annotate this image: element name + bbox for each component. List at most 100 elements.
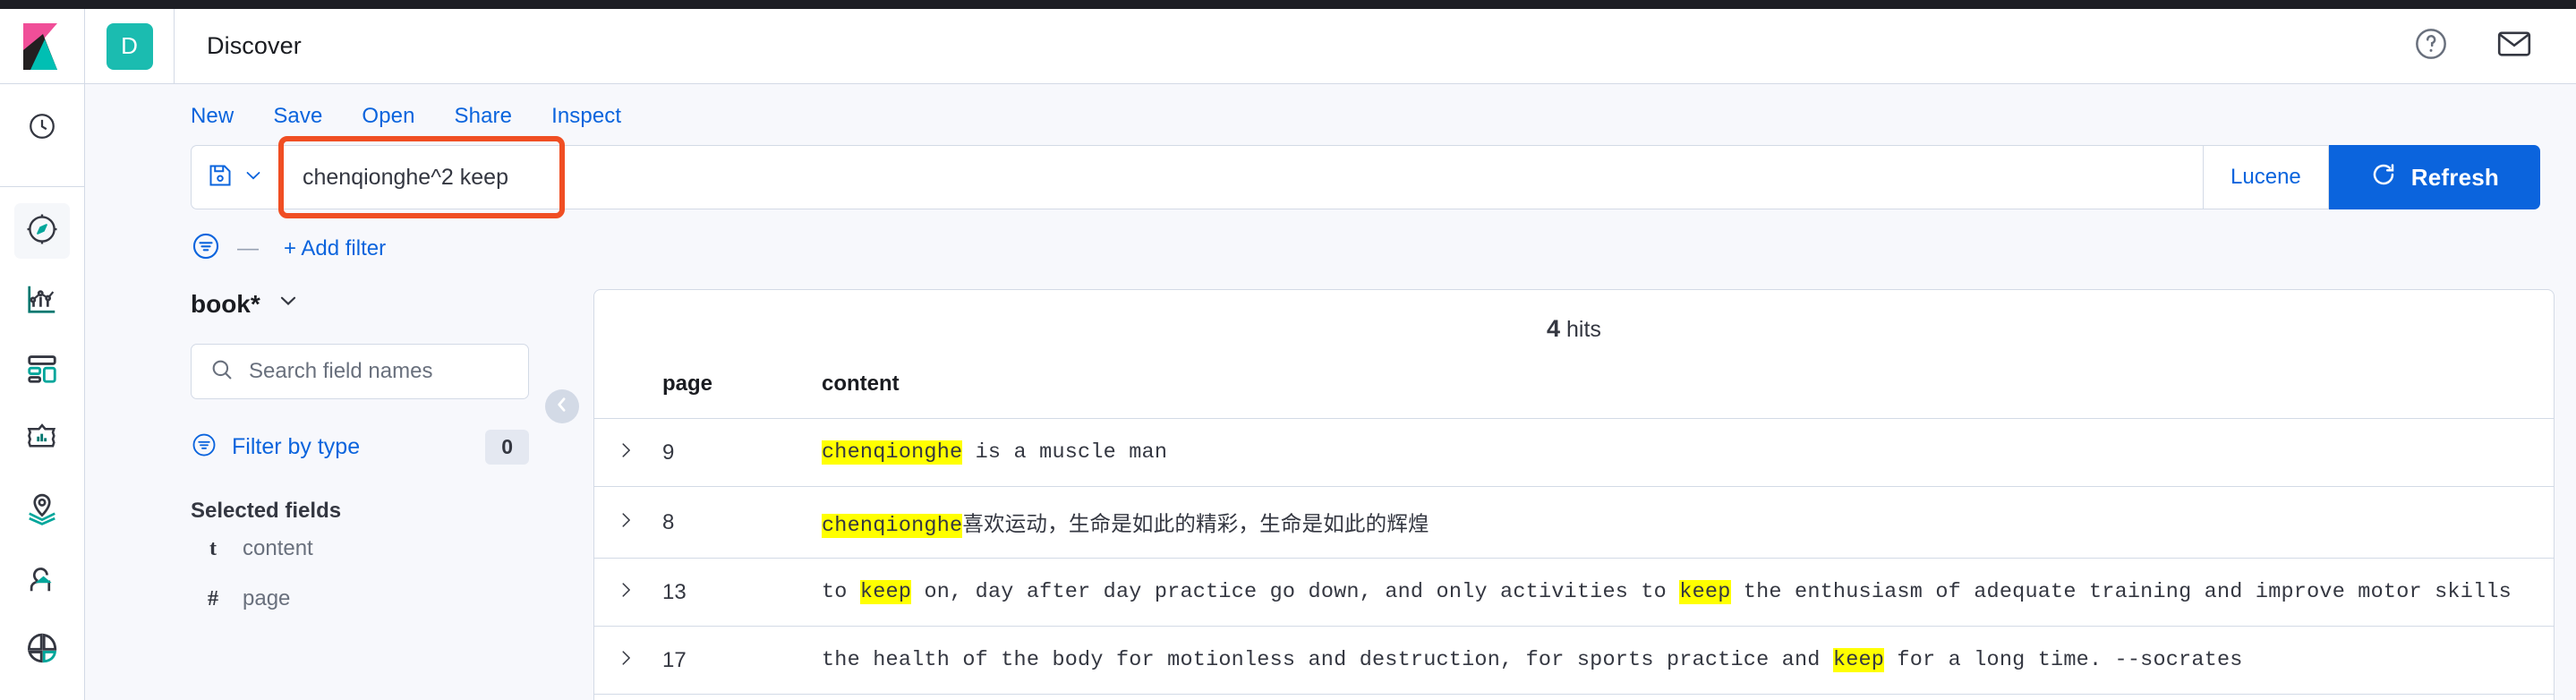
expand-row-button[interactable]: [594, 486, 662, 559]
cell-content: chenqionghe is a muscle man: [822, 418, 2554, 487]
collapse-sidebar-button[interactable]: [545, 389, 579, 423]
search-icon: [209, 357, 235, 387]
add-filter-button[interactable]: + Add filter: [284, 236, 386, 261]
nav-share-button[interactable]: Share: [455, 104, 513, 129]
table-row[interactable]: 17 the health of the body for motionless …: [594, 626, 2554, 695]
table-header-toggle: [594, 366, 662, 419]
cell-content: the health of the body for motionless an…: [822, 626, 2554, 695]
app-header: D Discover: [85, 9, 2576, 84]
filter-by-type-label: Filter by type: [232, 434, 361, 459]
chevron-right-icon: [616, 578, 635, 606]
query-input-wrapper: chenqionghe^2 keep: [278, 136, 2205, 218]
page-value: 13: [662, 579, 687, 604]
filter-icon[interactable]: [191, 231, 221, 266]
nav-group-recent: [0, 84, 84, 187]
chevron-right-icon: [616, 646, 635, 674]
compass-icon: [25, 212, 59, 251]
sidebar-item-machine-learning[interactable]: [14, 552, 70, 608]
nav-new-button[interactable]: New: [191, 104, 234, 129]
header-actions: [2413, 25, 2576, 67]
page-title: Discover: [207, 32, 302, 59]
field-search-wrapper[interactable]: [191, 344, 529, 399]
field-item-content[interactable]: t content: [191, 524, 529, 574]
query-language-button[interactable]: Lucene: [2204, 145, 2329, 209]
table-row[interactable]: 9 chenqionghe is a muscle man: [594, 418, 2554, 487]
machine-learning-icon: [25, 561, 59, 600]
search-field-names-input[interactable]: [249, 359, 526, 384]
graph-icon: [25, 631, 59, 670]
content-text: is a muscle man: [962, 440, 1168, 465]
search-input[interactable]: chenqionghe^2 keep: [278, 145, 2205, 209]
dashboard-icon: [25, 352, 59, 390]
filter-by-type-count: 0: [485, 430, 529, 465]
nav-group-apps: [0, 187, 84, 692]
table-header-row: page content: [594, 366, 2554, 419]
field-sidebar: book* Search field names Filter by type …: [85, 289, 559, 700]
chevron-left-icon: [553, 396, 571, 418]
line-chart-icon: [25, 282, 59, 320]
cell-content: to keep on, day after day practice go do…: [822, 558, 2554, 627]
search-term-highlight: keep: [1679, 580, 1731, 604]
cell-page: 9: [662, 418, 822, 487]
query-bar: chenqionghe^2 keep Lucene Refresh: [191, 136, 2540, 218]
chevron-right-icon: [616, 508, 635, 536]
top-nav-bar: New Save Open Share Inspect chenqionghe^…: [85, 84, 2576, 289]
filter-separator: —: [237, 235, 259, 260]
refresh-button-label: Refresh: [2410, 163, 2499, 191]
page-value: 17: [662, 647, 687, 672]
table-header-page: page: [662, 366, 822, 419]
filter-by-type-button[interactable]: Filter by type 0: [191, 430, 529, 465]
cell-page: 17: [662, 626, 822, 695]
sidebar-item-graph[interactable]: [14, 622, 70, 678]
help-circle-icon[interactable]: [2413, 26, 2449, 66]
map-marker-icon: [25, 491, 59, 530]
space-avatar: D: [106, 22, 153, 70]
saved-query-button[interactable]: [191, 145, 278, 209]
chevron-down-icon: [243, 165, 264, 191]
main-content: D Discover New Save Open Share Inspect c…: [85, 9, 2576, 700]
filter-bar: — + Add filter: [85, 209, 2576, 289]
documents-panel: 4 hits page content 9 chenqionghe is a mu…: [593, 289, 2555, 700]
results-area: 4 hits page content 9 chenqionghe is a mu…: [545, 289, 2576, 700]
expand-row-button[interactable]: [594, 558, 662, 627]
field-item-page[interactable]: # page: [191, 574, 529, 624]
page-value: 9: [662, 440, 675, 465]
field-name-label: content: [243, 536, 313, 560]
sidebar-item-visualize[interactable]: [14, 273, 70, 329]
cell-page: 13: [662, 558, 822, 627]
search-term-highlight: keep: [859, 580, 912, 604]
index-pattern-selector[interactable]: book*: [191, 289, 529, 319]
table-row[interactable]: 8 chenqionghe喜欢运动，生命是如此的精彩，生命是如此的辉煌: [594, 486, 2554, 559]
content-text: for a long time. --socrates: [1884, 648, 2243, 672]
application-root: D Discover New Save Open Share Inspect c…: [0, 9, 2576, 700]
expand-row-button[interactable]: [594, 418, 662, 487]
content-text: the enthusiasm of adequate training and …: [1730, 580, 2512, 604]
chevron-down-icon: [277, 289, 300, 319]
space-badge-wrapper[interactable]: D: [85, 9, 175, 83]
nav-save-button[interactable]: Save: [273, 104, 322, 129]
sidebar-item-discover[interactable]: [14, 203, 70, 259]
sidebar-item-dashboard[interactable]: [14, 343, 70, 398]
kibana-logo[interactable]: [0, 9, 84, 84]
field-type-string-icon: t: [209, 536, 217, 560]
cell-content: chenqionghe喜欢运动，生命是如此的精彩，生命是如此的辉煌: [822, 486, 2554, 559]
mail-icon[interactable]: [2495, 25, 2533, 67]
field-type-number-icon: #: [208, 586, 218, 610]
table-row[interactable]: 13 to keep on, day after day practice go …: [594, 558, 2554, 627]
primary-nav-rail: [0, 9, 85, 700]
canvas-icon: [25, 422, 59, 460]
refresh-button[interactable]: Refresh: [2328, 145, 2540, 209]
discover-body: book* Search field names Filter by type …: [85, 289, 2576, 700]
content-text: on, day after day practice go down, and …: [911, 580, 1680, 604]
nav-open-button[interactable]: Open: [362, 104, 414, 129]
hits-count: 4: [1547, 315, 1561, 342]
top-nav-actions: New Save Open Share Inspect: [85, 104, 2576, 129]
sidebar-item-maps[interactable]: [14, 482, 70, 538]
sidebar-item-recently-viewed[interactable]: [14, 100, 70, 156]
content-text: to: [822, 580, 860, 604]
field-name-label: page: [243, 586, 291, 610]
sidebar-item-canvas[interactable]: [14, 413, 70, 468]
nav-inspect-button[interactable]: Inspect: [551, 104, 621, 129]
hits-counter: 4 hits: [594, 290, 2554, 366]
expand-row-button[interactable]: [594, 626, 662, 695]
